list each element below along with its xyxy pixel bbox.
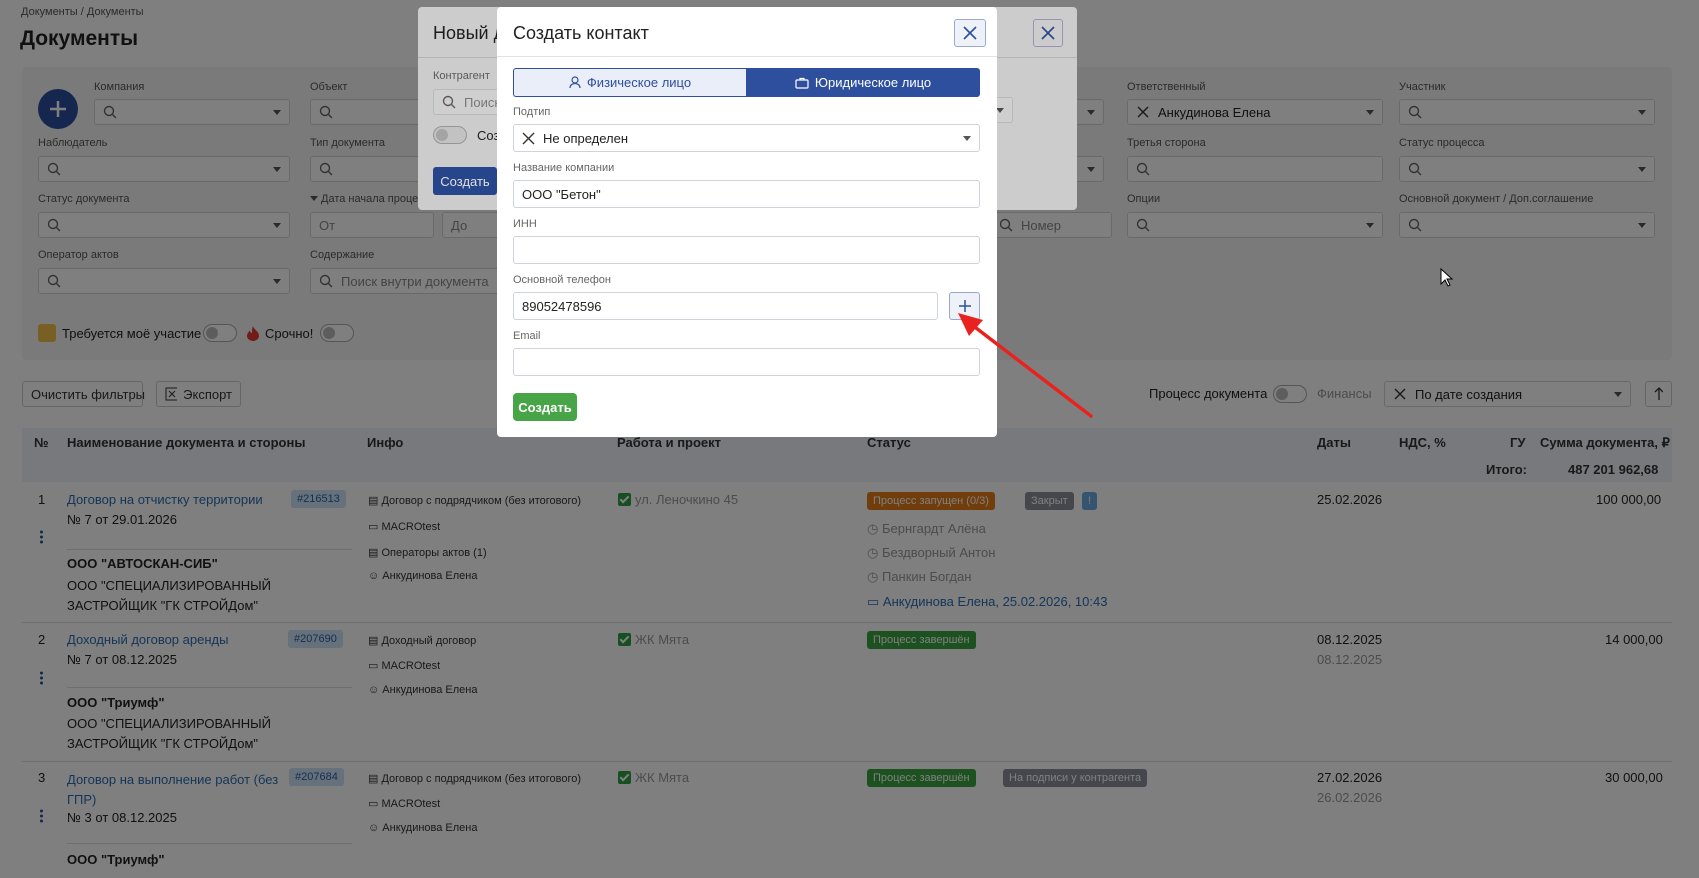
tab-legal-entity[interactable]: Юридическое лицо bbox=[746, 68, 980, 97]
create-button[interactable]: Создать bbox=[513, 393, 577, 421]
phone-label: Основной телефон bbox=[513, 274, 611, 286]
inn-label: ИНН bbox=[513, 218, 537, 230]
divider bbox=[497, 56, 997, 57]
clear-icon[interactable] bbox=[522, 132, 535, 145]
tab-individual-label: Физическое лицо bbox=[586, 75, 692, 90]
counterparty-input[interactable]: Поиск bbox=[433, 89, 503, 115]
close-icon bbox=[1041, 26, 1055, 40]
subtype-select[interactable]: Не определен bbox=[513, 124, 980, 152]
close-button[interactable] bbox=[954, 19, 986, 47]
new-document-title: Новый д bbox=[433, 23, 505, 43]
close-icon bbox=[963, 26, 977, 40]
email-input[interactable] bbox=[513, 348, 980, 376]
inn-input[interactable] bbox=[513, 236, 980, 264]
phone-value: 89052478596 bbox=[522, 298, 602, 314]
phone-input[interactable]: 89052478596 bbox=[513, 292, 938, 320]
company-name-input[interactable]: ООО "Бетон" bbox=[513, 180, 980, 208]
subtype-value: Не определен bbox=[543, 130, 629, 146]
close-button[interactable] bbox=[1033, 19, 1063, 47]
subtype-label: Подтип bbox=[513, 106, 551, 118]
company-name-value: ООО "Бетон" bbox=[522, 186, 601, 202]
create-document-button[interactable]: Создать bbox=[433, 167, 497, 195]
chevron-down-icon bbox=[963, 136, 971, 141]
search-icon bbox=[442, 95, 456, 109]
company-name-label: Название компании bbox=[513, 162, 615, 174]
chevron-down-icon bbox=[996, 108, 1004, 113]
email-label: Email bbox=[513, 330, 541, 342]
briefcase-icon bbox=[795, 77, 809, 89]
user-icon bbox=[569, 76, 581, 89]
tab-legal-entity-label: Юридическое лицо bbox=[814, 75, 932, 90]
counterparty-placeholder: Поиск bbox=[464, 94, 501, 110]
cursor-icon bbox=[1440, 268, 1454, 287]
back-modal-toggle[interactable] bbox=[433, 126, 467, 144]
counterparty-label: Контрагент bbox=[433, 70, 490, 82]
create-contact-dialog: Создать контакт Физическое лицо Юридичес… bbox=[497, 7, 997, 437]
dialog-title: Создать контакт bbox=[513, 23, 649, 43]
annotation-arrow bbox=[958, 313, 1093, 418]
tab-individual[interactable]: Физическое лицо bbox=[513, 68, 746, 97]
